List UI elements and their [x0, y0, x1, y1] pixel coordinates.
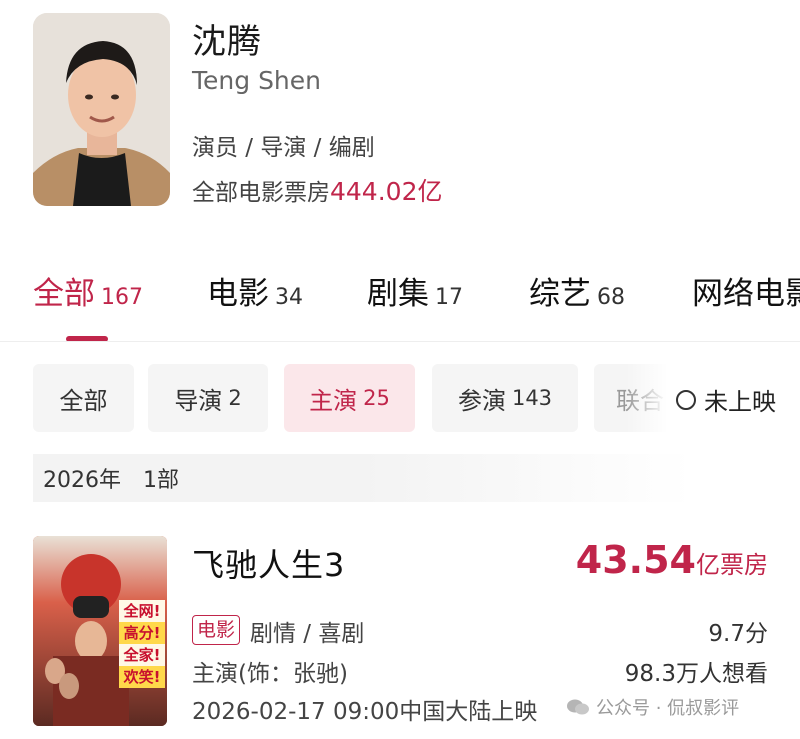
filter-label: 主演 — [309, 386, 358, 415]
poster-text: 全网! — [119, 600, 165, 622]
filter-supporting[interactable]: 参演 143 — [432, 364, 578, 432]
tab-movies[interactable]: 电影 34 — [207, 268, 303, 313]
watermark: 公众号 · 侃叔影评 — [566, 694, 739, 720]
year-count: 1部 — [143, 468, 179, 493]
filter-all[interactable]: 全部 — [33, 364, 134, 432]
tab-label: 电影 — [207, 276, 269, 312]
boxoffice-label: 全部电影票房 — [192, 180, 330, 206]
tab-web-movies[interactable]: 网络电影 — [692, 268, 800, 313]
wechat-icon — [567, 699, 589, 715]
tab-all[interactable]: 全部 167 — [33, 268, 143, 313]
tab-label: 网络电影 — [692, 276, 800, 312]
tab-count: 17 — [435, 285, 463, 310]
year-group-header: 2026年 1部 — [33, 454, 693, 502]
person-roles: 演员 / 导演 / 编剧 — [192, 135, 375, 161]
filter-label: 全部 — [59, 386, 108, 415]
filter-director[interactable]: 导演 2 — [148, 364, 268, 432]
movie-boxoffice-unit: 亿票房 — [696, 551, 768, 579]
person-boxoffice: 全部电影票房444.02亿 — [192, 172, 442, 208]
movie-poster[interactable]: 全网! 高分! 全家! 欢笑! — [33, 536, 167, 726]
filter-count: 2 — [228, 386, 242, 410]
tab-variety[interactable]: 综艺 68 — [529, 268, 625, 313]
person-name-en: Teng Shen — [192, 66, 322, 95]
movie-type-badge: 电影 — [192, 615, 241, 645]
filter-lead[interactable]: 主演 25 — [284, 364, 415, 432]
filter-label: 导演 — [174, 386, 223, 415]
tab-count: 68 — [597, 285, 625, 310]
year-label: 2026年 — [43, 468, 121, 493]
movie-release-date: 2026-02-17 09:00中国大陆上映 — [192, 699, 538, 725]
tab-count: 167 — [101, 285, 143, 310]
boxoffice-value: 444.02亿 — [330, 177, 443, 206]
unreleased-toggle[interactable]: 未上映 — [676, 382, 776, 417]
poster-text: 欢笑! — [119, 666, 165, 688]
filter-count: 143 — [511, 386, 553, 410]
movie-boxoffice: 43.54亿票房 — [576, 538, 768, 582]
unreleased-label: 未上映 — [704, 388, 776, 416]
person-avatar[interactable] — [33, 13, 170, 206]
watermark-text: 公众号 · 侃叔影评 — [596, 698, 740, 719]
tabs-divider — [0, 341, 800, 342]
filter-count: 25 — [363, 386, 390, 410]
tab-label: 综艺 — [529, 276, 591, 312]
tab-label: 全部 — [33, 276, 95, 312]
filter-label: 参演 — [457, 386, 506, 415]
poster-text: 全家! — [119, 644, 165, 666]
movie-lead-role: 主演(饰：张驰) — [192, 661, 348, 687]
movie-want-count: 98.3万人想看 — [624, 661, 768, 687]
movie-title[interactable]: 飞驰人生3 — [192, 540, 345, 586]
tab-series[interactable]: 剧集 17 — [367, 268, 463, 313]
category-tabs: 全部167 电影34 剧集17 综艺68 网络电影 — [0, 268, 800, 318]
radio-icon — [676, 389, 696, 410]
tab-label: 剧集 — [367, 276, 429, 312]
poster-text: 高分! — [119, 622, 165, 644]
movie-genre: 剧情 / 喜剧 — [250, 621, 365, 647]
movie-score: 9.7分 — [708, 621, 768, 647]
person-name: 沈腾 — [192, 22, 262, 62]
tab-count: 34 — [275, 285, 303, 310]
movie-boxoffice-number: 43.54 — [575, 538, 696, 582]
page: { "person": { "name": "沈腾", "name_en": "… — [0, 0, 800, 739]
